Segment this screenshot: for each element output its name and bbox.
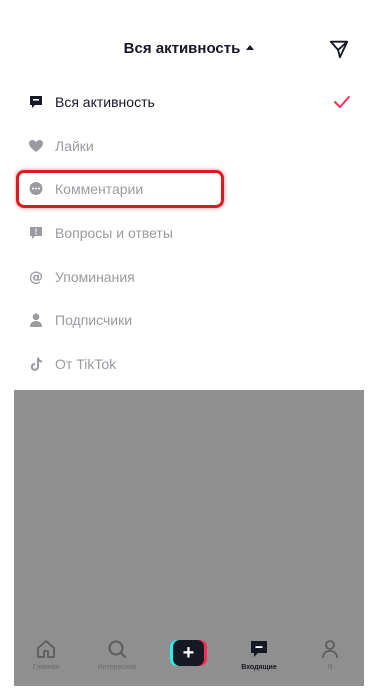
person-icon bbox=[30, 313, 42, 328]
caret-up-icon bbox=[246, 44, 255, 50]
menu-item-from-tiktok[interactable]: От TikTok bbox=[14, 342, 364, 386]
menu-item-questions[interactable]: ! Вопросы и ответы bbox=[14, 211, 364, 255]
menu-item-label: От TikTok bbox=[55, 355, 117, 372]
inbox-icon bbox=[251, 641, 267, 657]
page-title: Вся активность bbox=[123, 40, 241, 57]
menu-item-label: Упоминания bbox=[55, 268, 135, 285]
dimmed-overlay[interactable]: Главная Интересное + Входящие Я bbox=[14, 390, 364, 686]
menu-item-mentions[interactable]: @ Упоминания bbox=[14, 255, 364, 299]
send-message-icon[interactable] bbox=[328, 38, 350, 60]
tab-label: Входящие bbox=[241, 664, 277, 671]
app-screen: Вся активность Вся активность Лайки Комм… bbox=[14, 14, 364, 686]
bottom-tab-bar: Главная Интересное + Входящие Я bbox=[14, 634, 364, 686]
plus-icon: + bbox=[173, 640, 204, 666]
tab-inbox[interactable]: Входящие bbox=[229, 638, 289, 671]
tab-home[interactable]: Главная bbox=[16, 638, 76, 671]
menu-item-label: Подписчики bbox=[55, 312, 133, 329]
tab-label: Интересное bbox=[97, 664, 137, 671]
header: Вся активность bbox=[14, 14, 364, 84]
tab-discover[interactable]: Интересное bbox=[87, 638, 147, 671]
check-icon bbox=[334, 95, 350, 108]
activity-filter-dropdown[interactable]: Вся активность bbox=[14, 40, 364, 57]
menu-item-label: Лайки bbox=[55, 137, 94, 154]
menu-item-label: Вопросы и ответы bbox=[55, 224, 173, 241]
activity-filter-menu: Вся активность Лайки Комментарии ! Вопро… bbox=[14, 80, 364, 386]
tab-profile[interactable]: Я bbox=[300, 638, 360, 671]
tab-label: Я bbox=[327, 664, 333, 671]
create-video-button[interactable]: + bbox=[170, 640, 207, 666]
at-icon: @ bbox=[29, 269, 43, 285]
search-icon bbox=[108, 640, 126, 658]
profile-icon bbox=[322, 640, 338, 659]
highlight-frame bbox=[16, 170, 224, 208]
heart-icon bbox=[29, 139, 43, 152]
tab-label: Главная bbox=[32, 664, 60, 671]
tiktok-icon bbox=[30, 357, 42, 371]
message-square-icon bbox=[30, 95, 42, 108]
home-icon bbox=[37, 640, 55, 658]
menu-item-likes[interactable]: Лайки bbox=[14, 124, 364, 168]
menu-item-followers[interactable]: Подписчики bbox=[14, 298, 364, 342]
svg-text:!: ! bbox=[35, 227, 38, 236]
svg-text:@: @ bbox=[29, 269, 43, 285]
menu-item-label: Вся активность bbox=[55, 93, 155, 110]
question-icon: ! bbox=[30, 226, 42, 239]
menu-item-all-activity[interactable]: Вся активность bbox=[14, 80, 364, 124]
